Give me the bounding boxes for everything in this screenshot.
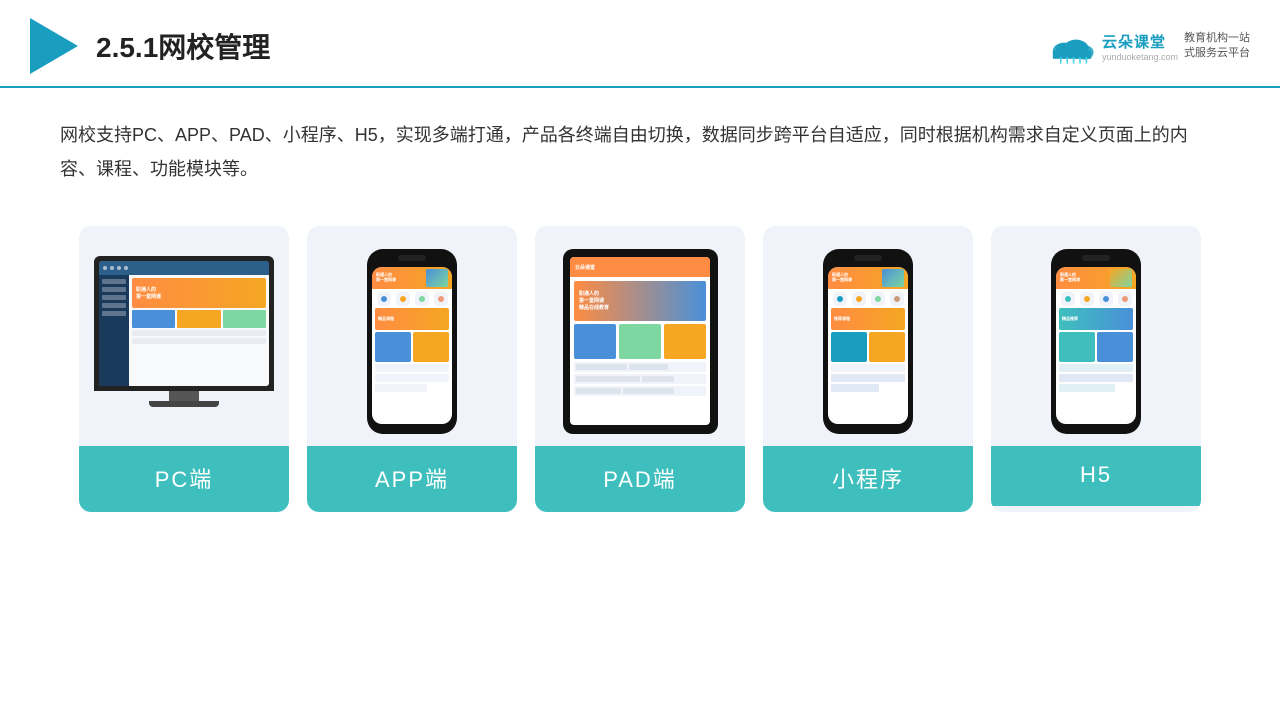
miniapp-image-area: 职通人的第一堂网课 推荐课程 [763,226,973,446]
header-left: 2.5.1网校管理 [30,18,270,74]
device-cards-container: 职通人的第一堂网课 [0,196,1280,532]
pc-screen-inner: 职通人的第一堂网课 [99,261,269,386]
pad-image-area: 云朵课堂 职通人的第一堂网课精品在线教育 [535,226,745,446]
description-text: 网校支持PC、APP、PAD、小程序、H5，实现多端打通，产品各终端自由切换，数… [0,88,1280,196]
logo-text: 云朵课堂 yunduoketang.com [1102,31,1178,62]
h5-notch [1082,255,1110,261]
logo-main: 云朵课堂 [1102,31,1166,52]
app-image-area: 职通人的第一堂网课 精品课程 [307,226,517,446]
miniapp-label: 小程序 [763,446,973,512]
miniapp-phone-mockup: 职通人的第一堂网课 推荐课程 [823,249,913,434]
h5-phone-mockup: 职通人的第一堂网课 精品推荐 [1051,249,1141,434]
pc-screen-outer: 职通人的第一堂网课 [94,256,274,391]
pad-card: 云朵课堂 职通人的第一堂网课精品在线教育 [535,226,745,512]
pad-label: PAD端 [535,446,745,512]
phone-notch [398,255,426,261]
logo-slogan: 教育机构一站 式服务云平台 [1184,31,1250,62]
slogan-line1: 教育机构一站 [1184,32,1250,44]
app-phone-mockup: 职通人的第一堂网课 精品课程 [367,249,457,434]
pad-screen: 云朵课堂 职通人的第一堂网课精品在线教育 [570,257,710,425]
pc-card: 职通人的第一堂网课 [79,226,289,512]
cloud-icon [1048,28,1096,64]
description-paragraph: 网校支持PC、APP、PAD、小程序、H5，实现多端打通，产品各终端自由切换，数… [60,118,1220,186]
h5-card: 职通人的第一堂网课 精品推荐 [991,226,1201,512]
miniapp-card: 职通人的第一堂网课 推荐课程 [763,226,973,512]
pc-image-area: 职通人的第一堂网课 [79,226,289,446]
play-triangle-icon [30,18,78,74]
logo-url: yunduoketang.com [1102,52,1178,62]
pad-tablet-mockup: 云朵课堂 职通人的第一堂网课精品在线教育 [563,249,718,434]
h5-image-area: 职通人的第一堂网课 精品推荐 [991,226,1201,446]
app-label: APP端 [307,446,517,512]
header-right: 云朵课堂 yunduoketang.com 教育机构一站 式服务云平台 [1048,28,1250,64]
miniapp-screen: 职通人的第一堂网课 推荐课程 [828,267,908,424]
miniapp-notch [854,255,882,261]
brand-logo: 云朵课堂 yunduoketang.com 教育机构一站 式服务云平台 [1048,28,1250,64]
h5-screen: 职通人的第一堂网课 精品推荐 [1056,267,1136,424]
pc-label: PC端 [79,446,289,512]
header: 2.5.1网校管理 云朵课堂 yunduoketang.com [0,0,1280,88]
pc-mockup: 职通人的第一堂网课 [94,256,274,426]
page-title: 2.5.1网校管理 [96,26,270,66]
app-card: 职通人的第一堂网课 精品课程 [307,226,517,512]
slogan-line2: 式服务云平台 [1184,47,1250,59]
h5-label: H5 [991,446,1201,506]
app-screen: 职通人的第一堂网课 精品课程 [372,267,452,424]
